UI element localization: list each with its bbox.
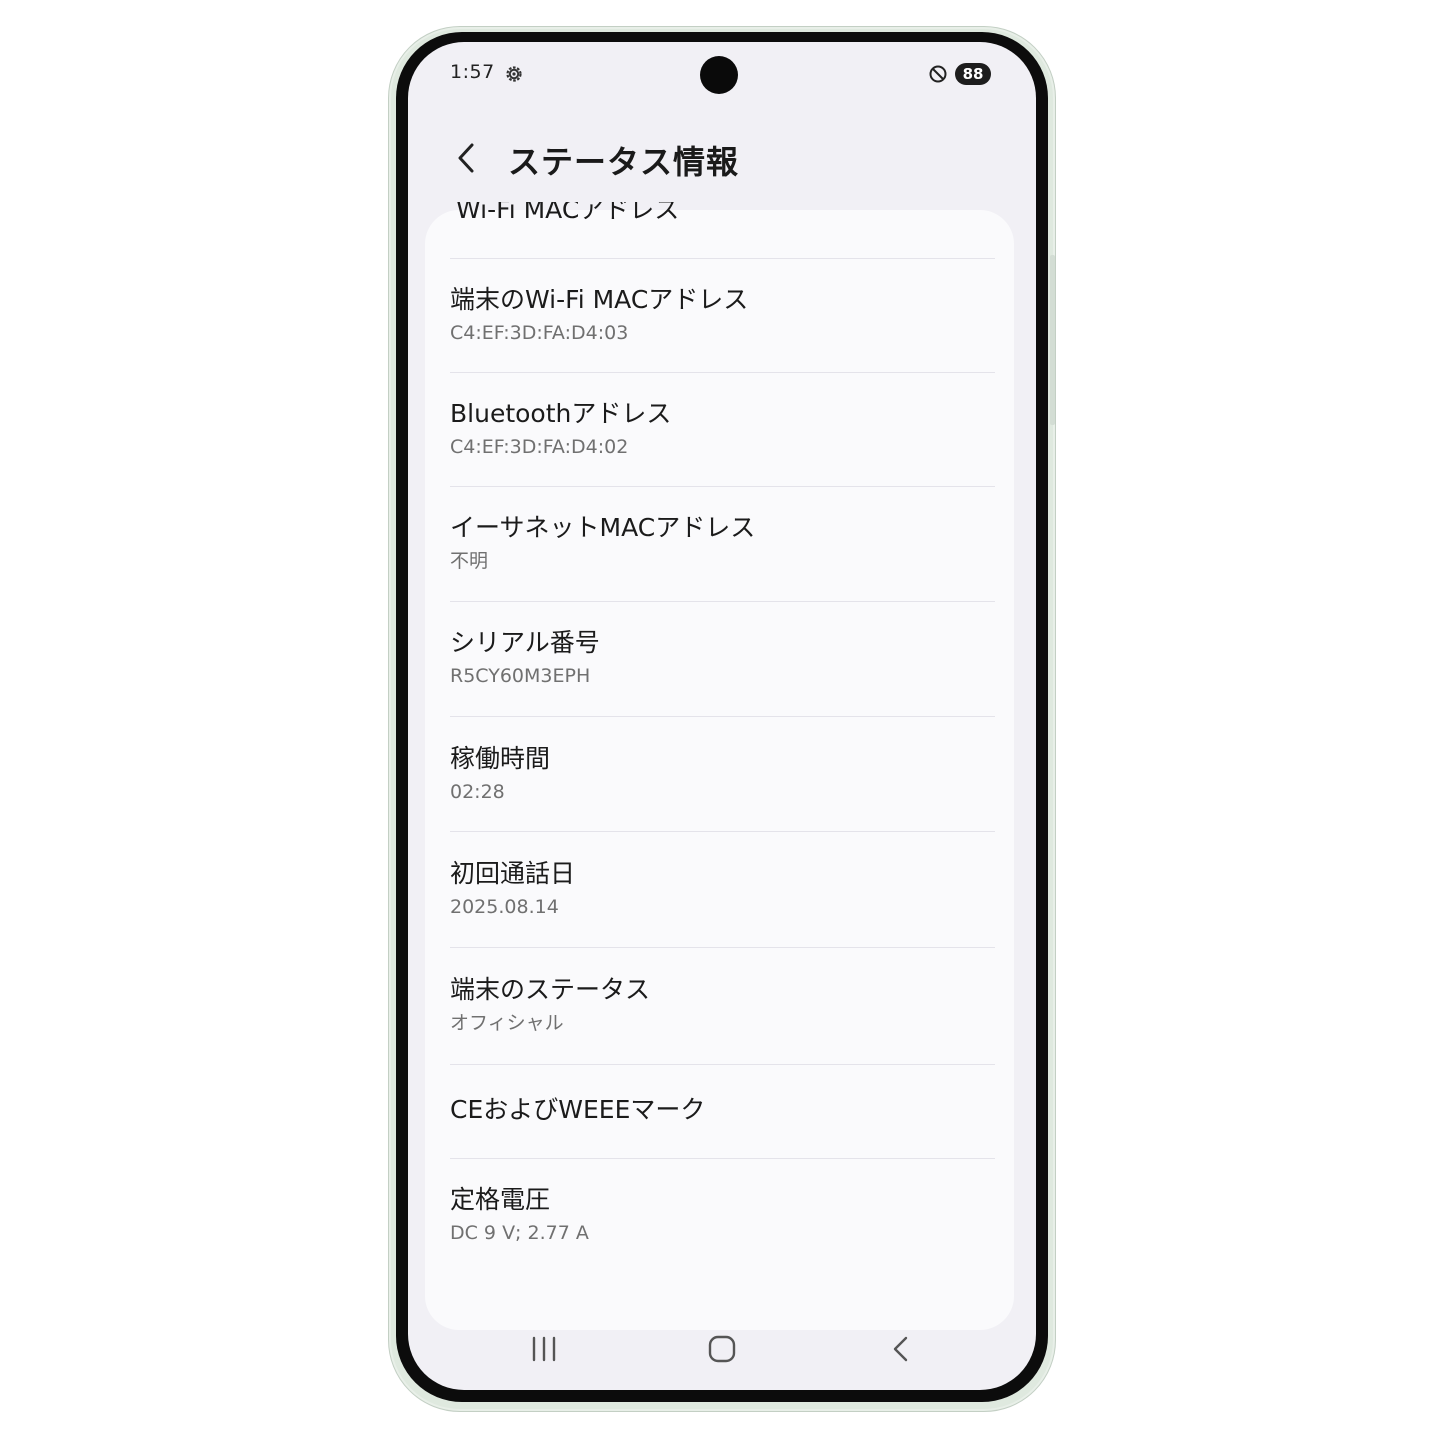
item-value: C4:EF:3D:FA:D4:02 [450,436,629,458]
item-value: 不明 [450,550,489,572]
screen: 1:57 88 ステータス情報 Wi-Fi MACアドレス 端末のWi-Fi M… [408,42,1036,1390]
home-icon[interactable] [702,1330,742,1370]
list-item-device-wifi-mac[interactable]: 端末のWi-Fi MACアドレス C4:EF:3D:FA:D4:03 [450,285,995,345]
front-camera [700,56,738,94]
divider [450,486,995,487]
battery-indicator: 88 [955,63,991,85]
list-item-ce-weee-mark[interactable]: CEおよびWEEEマーク [450,1095,995,1125]
divider [450,1158,995,1159]
list-item-device-status[interactable]: 端末のステータス オフィシャル [450,975,995,1035]
divider [450,372,995,373]
volume-button [1050,255,1055,425]
item-label: 定格電圧 [450,1185,551,1214]
gear-icon [506,66,522,82]
item-label: イーサネットMACアドレス [450,513,756,542]
item-label: Bluetoothアドレス [450,399,672,428]
recents-icon[interactable] [524,1330,564,1370]
back-icon[interactable] [882,1330,922,1370]
item-value: オフィシャル [450,1012,564,1034]
item-value: 02:28 [450,781,505,803]
divider [450,947,995,948]
item-label: 端末のステータス [450,975,651,1004]
item-value: C4:EF:3D:FA:D4:03 [450,322,629,344]
list-item-serial-number[interactable]: シリアル番号 R5CY60M3EPH [450,628,995,688]
divider [450,1064,995,1065]
list-item-bluetooth-address[interactable]: Bluetoothアドレス C4:EF:3D:FA:D4:02 [450,399,995,459]
item-label: シリアル番号 [450,628,600,657]
item-label: 端末のWi-Fi MACアドレス [450,285,749,314]
back-chevron-icon[interactable] [452,138,482,178]
item-value: R5CY60M3EPH [450,665,591,687]
list-item-uptime[interactable]: 稼働時間 02:28 [450,744,995,804]
item-label: CEおよびWEEEマーク [450,1095,706,1124]
list-item-first-call-date[interactable]: 初回通話日 2025.08.14 [450,859,995,919]
divider [450,601,995,602]
item-value: DC 9 V; 2.77 A [450,1222,589,1244]
item-label: 初回通話日 [450,859,576,888]
do-not-disturb-icon [929,65,947,83]
item-label: 稼働時間 [450,744,551,773]
divider [450,831,995,832]
item-value: 2025.08.14 [450,896,559,918]
clipped-list-item[interactable]: Wi-Fi MACアドレス [456,202,679,226]
divider [450,258,995,259]
divider [450,716,995,717]
status-time: 1:57 [450,61,495,83]
list-item-rated-voltage[interactable]: 定格電圧 DC 9 V; 2.77 A [450,1185,995,1245]
page-title: ステータス情報 [508,143,740,181]
list-item-ethernet-mac[interactable]: イーサネットMACアドレス 不明 [450,513,995,573]
